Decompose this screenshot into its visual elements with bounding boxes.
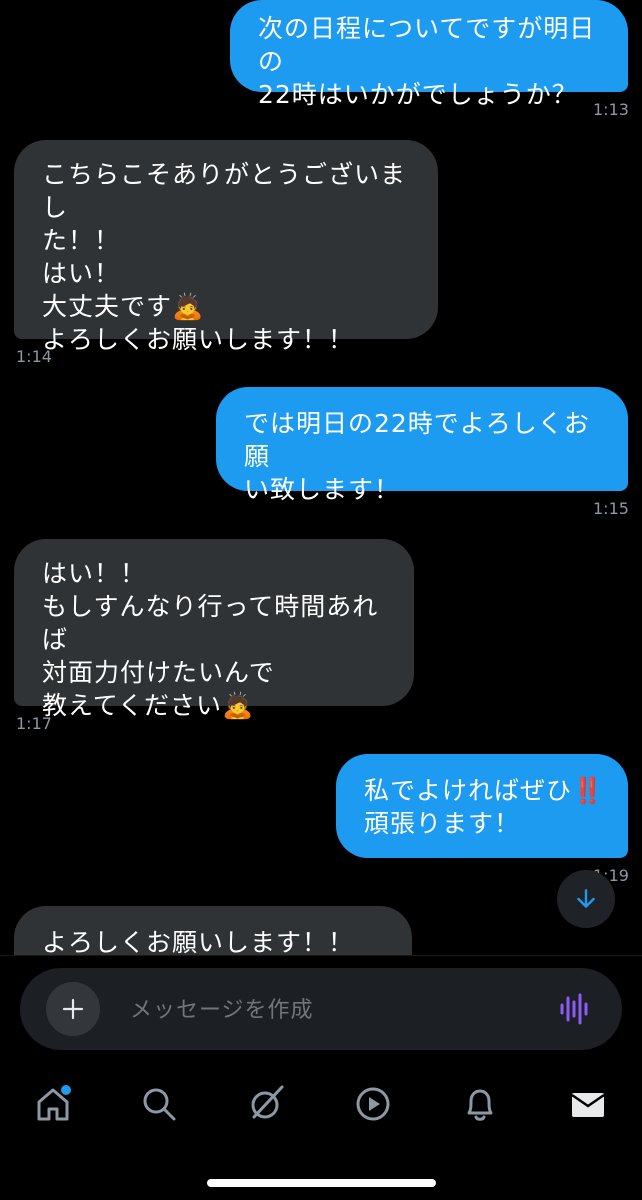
tab-messages[interactable] [566,1082,610,1126]
tab-notifications[interactable] [458,1082,502,1126]
home-icon [37,1085,71,1121]
search-icon [143,1088,176,1121]
bottom-tab-bar [0,1068,642,1140]
message-timestamp: 1:15 [593,499,629,518]
tab-search[interactable] [137,1082,181,1126]
voice-message-button[interactable] [558,992,592,1030]
notifications-icon [467,1089,493,1121]
incoming-message[interactable]: よろしくお願いします！！ [14,906,412,955]
tab-video[interactable] [351,1082,395,1126]
plus-icon [62,998,84,1020]
message-timestamp: 1:13 [593,100,629,119]
voice-wave-icon [560,993,588,1025]
tab-grok[interactable] [244,1082,288,1126]
outgoing-message[interactable]: では明日の22時でよろしくお願 い致します！ [216,387,628,504]
add-media-button[interactable] [46,982,100,1036]
message-timestamp: 1:17 [16,714,52,733]
scroll-to-bottom-button[interactable] [557,870,615,928]
video-icon [356,1087,390,1121]
conversation-thread: 次の日程についてですが明日の 22時はいかがでしょうか？ 1:13 こちらこそあ… [0,0,642,955]
incoming-message[interactable]: はい！！ もしすんなり行って時間あれば 対面力付けたいんで 教えてください🙇 [14,539,414,720]
incoming-message[interactable]: こちらこそありがとうございまし た！！ はい！ 大丈夫です🙇 よろしくお願いしま… [14,140,438,354]
outgoing-message[interactable]: 次の日程についてですが明日の 22時はいかがでしょうか？ [230,0,628,109]
messages-icon [571,1093,605,1117]
message-composer: メッセージを作成 [20,968,622,1050]
composer-divider [0,955,642,956]
home-indicator [207,1179,436,1187]
arrow-down-icon [577,889,595,908]
message-input[interactable]: メッセージを作成 [130,992,314,1024]
outgoing-message[interactable]: 私でよければぜひ‼️ 頑張ります！ [336,754,628,858]
grok-icon [251,1085,284,1119]
tab-home[interactable] [31,1082,75,1126]
message-timestamp: 1:14 [16,347,52,366]
